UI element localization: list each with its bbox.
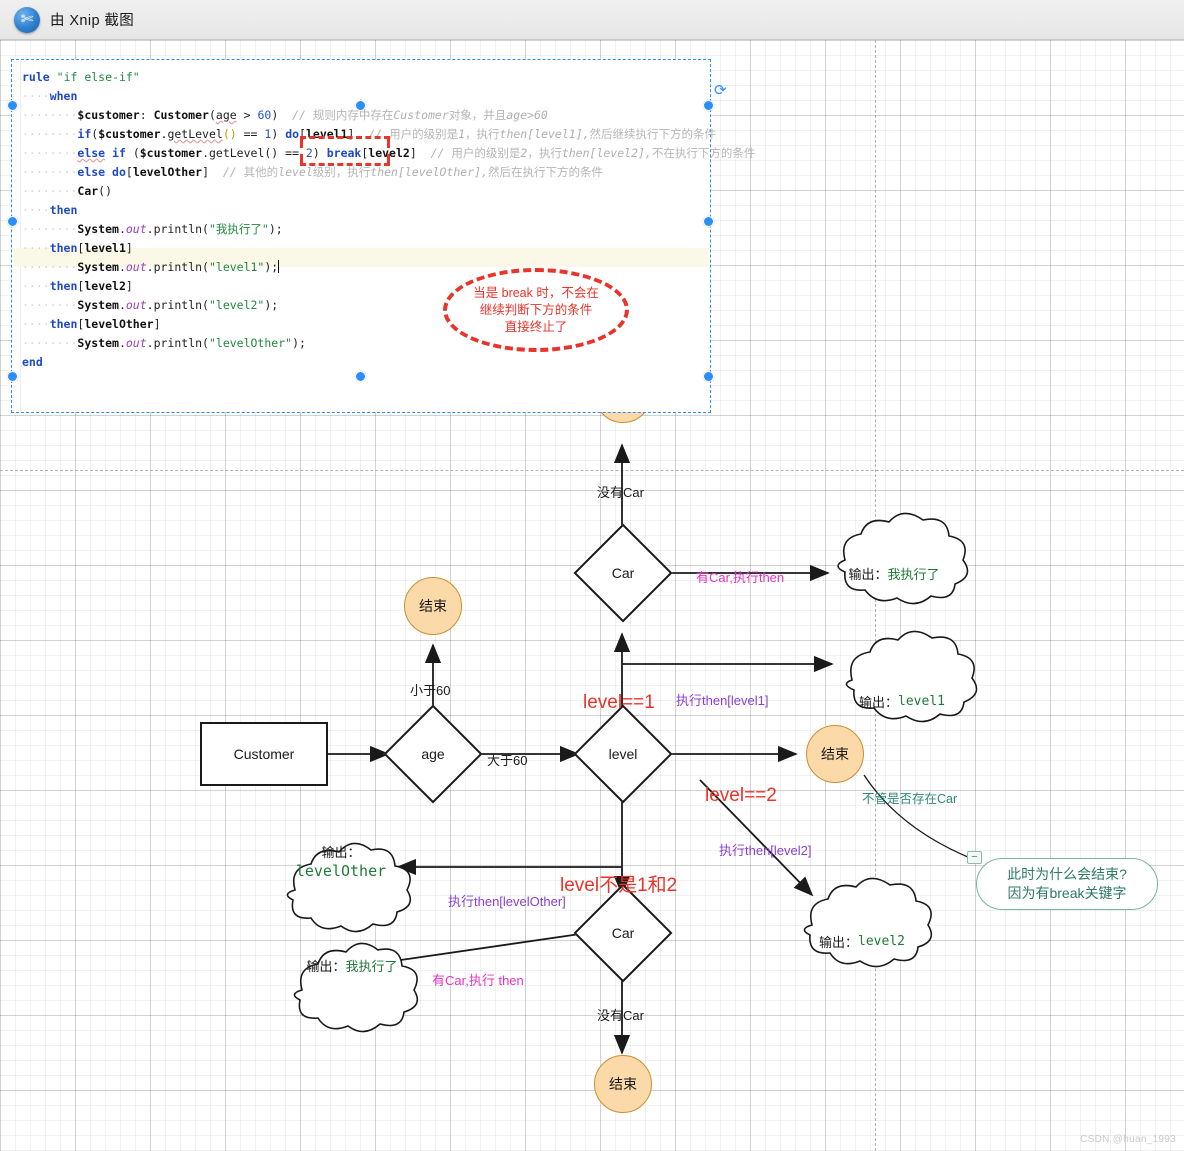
callout-line2: 因为有break关键字 [1007, 884, 1126, 903]
break-annotation-note: 当是 break 时，不会在 继续判断下方的条件 直接终止了 [443, 268, 629, 352]
cloud-shape [838, 513, 968, 603]
selection-handle-bc[interactable] [355, 371, 366, 382]
cloud-output-exec-top: 输出：我执行了 [834, 560, 954, 586]
cloud-value: level1 [898, 694, 945, 709]
node-car-bottom-label: Car [588, 898, 658, 968]
cloud-value: 我执行了 [346, 956, 398, 975]
edge-label-regardless-car: 不管是否存在Car [862, 788, 957, 807]
node-level-label: level [588, 719, 658, 789]
break-annotation-text: 当是 break 时，不会在 继续判断下方的条件 直接终止了 [443, 268, 629, 352]
cloud-prefix: 输出： [306, 956, 345, 975]
window-title-bar: ✄ 由 Xnip 截图 [0, 0, 1184, 40]
cloud-output-levelother: 输出： levelOther [286, 840, 396, 884]
edge-label-level-eq-2: level==2 [705, 785, 777, 807]
node-end-left-label: 结束 [419, 596, 447, 616]
node-customer[interactable]: Customer [200, 722, 328, 786]
code-block-shape[interactable]: rule "if else-if" ····when ········$cust… [12, 60, 710, 412]
selection-handle-tr[interactable] [703, 100, 714, 111]
node-level[interactable]: level [588, 719, 658, 789]
cloud-value: 我执行了 [888, 564, 940, 583]
edge-label-no-car-top: 没有Car [597, 482, 644, 501]
break-highlight-marker-bottom [300, 154, 390, 166]
node-car-top[interactable]: Car [588, 538, 658, 608]
horizontal-guide [0, 470, 1184, 471]
node-customer-label: Customer [234, 746, 295, 762]
node-age-label: age [398, 719, 468, 789]
cloud-prefix: 输出： [848, 564, 887, 583]
cloud-output-level2: 输出：level2 [802, 928, 922, 954]
cloud-prefix: 输出： [859, 692, 898, 711]
edge-label-age-greater: 大于60 [487, 750, 527, 769]
selection-handle-bl[interactable] [7, 371, 18, 382]
edge-label-then-level1: 执行then[level1] [676, 690, 769, 709]
watermark: CSDN @huan_1993 [1080, 1134, 1176, 1145]
edge-label-has-car-then-bottom: 有Car,执行 then [432, 970, 524, 989]
selection-handle-tl[interactable] [7, 100, 18, 111]
node-age[interactable]: age [398, 719, 468, 789]
edge-label-no-car-bottom: 没有Car [597, 1005, 644, 1024]
cloud-prefix: 输出： [819, 932, 858, 951]
cloud-output-level1: 输出：level1 [840, 688, 964, 714]
cloud-prefix: 输出： [321, 844, 360, 862]
selection-handle-br[interactable] [703, 371, 714, 382]
window-title: 由 Xnip 截图 [50, 9, 134, 30]
break-note-line2: 继续判断下方的条件 [480, 302, 593, 319]
edge-label-then-level2: 执行then[level2] [719, 840, 812, 859]
edge-label-has-car-then-top: 有Car,执行then [696, 567, 784, 586]
rotate-icon[interactable]: ⟳ [714, 84, 728, 98]
cloud-value: levelOther [296, 862, 386, 880]
collapse-icon[interactable]: − [967, 851, 982, 864]
node-end-right-label: 结束 [821, 744, 849, 764]
cloud-output-exec-bottom: 输出：我执行了 [292, 952, 412, 978]
diagram-canvas[interactable]: rule "if else-if" ····when ········$cust… [0, 40, 1184, 1151]
edge-label-age-less: 小于60 [410, 680, 450, 699]
break-highlight-marker [300, 136, 390, 148]
node-end-left[interactable]: 结束 [404, 577, 462, 635]
node-end-bottom-label: 结束 [609, 1074, 637, 1094]
edge-label-then-levelother: 执行then[levelOther] [448, 891, 566, 910]
selection-handle-ml[interactable] [7, 216, 18, 227]
edge-label-level-eq-1: level==1 [583, 692, 655, 714]
node-end-right[interactable]: 结束 [806, 725, 864, 783]
edge-label-level-not-1-2: level不是1和2 [560, 870, 677, 897]
break-explanation-callout[interactable]: − 此时为什么会结束? 因为有break关键字 [976, 858, 1158, 910]
selection-handle-tc[interactable] [355, 100, 366, 111]
selection-handle-mr[interactable] [703, 216, 714, 227]
break-note-line3: 直接终止了 [505, 319, 568, 336]
node-car-bottom[interactable]: Car [588, 898, 658, 968]
node-car-top-label: Car [588, 538, 658, 608]
scissors-icon: ✄ [14, 7, 40, 33]
vertical-guide [875, 40, 876, 1151]
cloud-value: level2 [858, 934, 905, 949]
break-note-line1: 当是 break 时，不会在 [473, 285, 599, 302]
callout-line1: 此时为什么会结束? [1007, 865, 1127, 884]
code-gutter [12, 60, 21, 412]
node-end-bottom[interactable]: 结束 [594, 1055, 652, 1113]
